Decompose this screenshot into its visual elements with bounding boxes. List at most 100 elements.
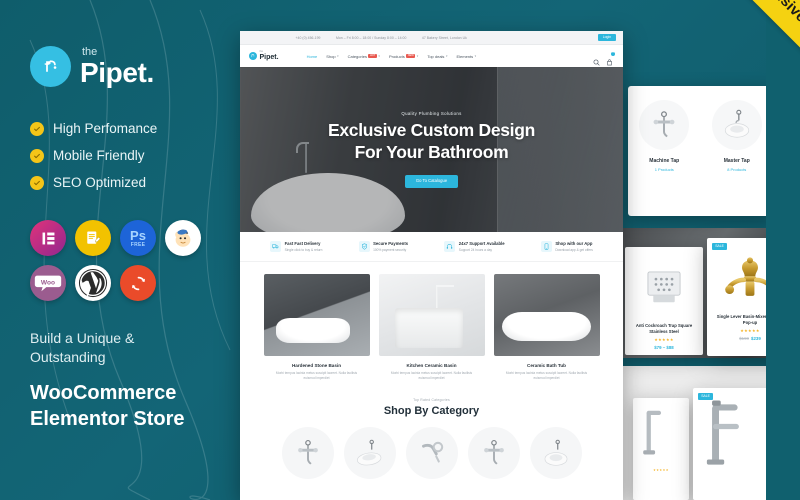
nav-badge-new: NEW <box>406 53 416 58</box>
login-button[interactable]: Login <box>597 33 616 41</box>
photoshop-label: Ps <box>130 227 146 243</box>
bullet-label: High Perfomance <box>53 121 158 136</box>
nav-item-top-deals[interactable]: Top deals ▾ <box>427 54 447 59</box>
bullet-mobile-friendly: Mobile Friendly <box>30 148 240 163</box>
hero-content: Quality Plumbing Solutions Exclusive Cus… <box>240 67 623 232</box>
product-card[interactable]: ★★★★★ <box>633 398 689 500</box>
teal-right-strip <box>766 0 800 500</box>
category-column[interactable]: Machine Tap 1 Products <box>628 86 701 172</box>
check-circle-icon <box>30 175 44 190</box>
feature-title: Fast Fast Delivery <box>284 241 321 247</box>
wall-mixer-tap-icon <box>483 440 504 465</box>
product-title: Kitchen Ceramic Basin <box>406 363 457 368</box>
location-pin-icon <box>416 36 420 49</box>
main-navigation: the Pipet. Home Shop ▾ Categories HOT ▾ Pro… <box>240 45 623 67</box>
product-description: Morbi tempus lacinia metus suscipit laor… <box>505 371 588 380</box>
feature-fast-delivery: Fast Fast Delivery Single click to buy &… <box>270 241 322 252</box>
bullet-label: Mobile Friendly <box>53 148 145 163</box>
hero-kicker: Quality Plumbing Solutions <box>401 111 462 117</box>
badge-row-bottom: Woo <box>30 265 240 301</box>
chevron-down-icon: ▾ <box>474 54 477 58</box>
category-wall-spout-mixer[interactable] <box>405 427 458 480</box>
tagline-big: WooCommerce Elementor Store <box>30 380 240 432</box>
product-card[interactable]: Kitchen Ceramic Basin Morbi tempus lacin… <box>378 274 485 380</box>
wordpress-badge <box>75 265 111 301</box>
product-image <box>263 274 370 356</box>
photoshop-sublabel: FREE <box>130 241 146 248</box>
category-round-basin[interactable] <box>529 427 582 480</box>
feature-title: 24x7 Support Available <box>458 241 505 247</box>
product-card[interactable]: Ceramic Bath Tub Morbi tempus lacinia me… <box>493 274 600 380</box>
rating-stars: ★★★★★ <box>653 468 669 472</box>
rating-stars: ★★★★★ <box>654 337 674 343</box>
hero-title-line2: For Your Bathroom <box>354 141 509 162</box>
faucet-icon <box>30 46 71 87</box>
headset-icon <box>444 241 456 252</box>
category-label: Master Tap 8 Products <box>701 158 774 172</box>
phone-icon <box>290 36 294 49</box>
svg-text:Woo: Woo <box>41 279 55 286</box>
site-logo[interactable]: the Pipet. <box>249 50 279 61</box>
promo-tagline: Build a Unique & Outstanding WooCommerce… <box>30 329 240 432</box>
product-image <box>493 274 600 356</box>
nav-item-home[interactable]: Home <box>307 54 318 59</box>
brand-text: the Pipet. <box>80 45 154 88</box>
bath-tub-icon <box>501 311 591 342</box>
top-utility-bar: +40 (0) 456-199 Mon – Fri 8:00 – 18:00 /… <box>240 31 623 49</box>
nav-label: Top deals <box>427 53 445 59</box>
chevron-down-icon: ▾ <box>378 54 380 58</box>
nav-item-shop[interactable]: Shop ▾ <box>326 54 338 59</box>
sale-badge: SALE <box>698 393 714 400</box>
features-strip: Fast Fast Delivery Single click to buy &… <box>240 232 623 262</box>
topbar-phone: +40 (0) 456-199 <box>290 35 321 49</box>
category-name: Master Tap <box>723 158 750 164</box>
topbar-phone-text: +40 (0) 456-199 <box>295 35 321 40</box>
product-new-price: $239 <box>751 335 761 341</box>
elementor-badge <box>30 220 66 256</box>
topbar-hours-text: Mon – Fri 8:00 – 18:00 / Sunday 8:00 – 1… <box>335 35 407 40</box>
feature-app: Shop with our App Download app & get off… <box>540 241 593 252</box>
section-kicker: Top Rated Categories <box>413 398 450 403</box>
floor-drain-icon <box>625 257 703 319</box>
product-title: Hardened Stone Basin <box>291 363 341 368</box>
product-description: Morbi tempus lacinia metus suscipit laor… <box>275 371 358 380</box>
truck-icon <box>270 241 282 252</box>
category-card: Machine Tap 1 Products Master Tap 8 Prod… <box>628 86 773 216</box>
hero-title-line1: Exclusive Custom Design <box>327 120 536 141</box>
nav-item-products[interactable]: Products NEW ▾ <box>389 54 418 59</box>
chevron-down-icon: ▾ <box>416 54 419 58</box>
product-card[interactable]: Anti Cockroach Trap Square Stainless Ste… <box>625 247 703 355</box>
hero-banner: Quality Plumbing Solutions Exclusive Cus… <box>240 67 623 232</box>
search-icon[interactable] <box>593 53 600 66</box>
ceramic-sink-icon <box>395 308 464 348</box>
nav-links: Home Shop ▾ Categories HOT ▾ Products NEW ▾ T… <box>307 54 477 59</box>
product-title: Anti Cockroach Trap Square Stainless Ste… <box>635 323 693 334</box>
brand-name: Pipet. <box>80 56 154 88</box>
category-column[interactable]: Master Tap 8 Products <box>701 86 774 172</box>
topbar-hours: Mon – Fri 8:00 – 18:00 / Sunday 8:00 – 1… <box>330 35 407 49</box>
stone-basin-icon <box>276 318 351 343</box>
cart-count: 0 <box>611 51 615 56</box>
category-wall-mixer-tap-2[interactable] <box>467 427 520 480</box>
bullet-seo-optimized: SEO Optimized <box>30 175 240 190</box>
category-wall-mixer-tap[interactable] <box>281 427 334 480</box>
category-oval-basin[interactable] <box>343 427 396 480</box>
hero-cta-button[interactable]: Go To Catalogue <box>404 175 459 188</box>
check-circle-icon <box>30 148 44 163</box>
category-name: Machine Tap <box>649 158 680 164</box>
nav-item-categories[interactable]: Categories HOT ▾ <box>348 54 380 59</box>
product-price: $79 – $88 <box>654 344 674 350</box>
cart-icon[interactable]: 0 <box>606 51 615 65</box>
feature-sub: Support 24 hours a day <box>458 247 492 252</box>
category-circles <box>240 417 623 480</box>
wall-mixer-tap-icon <box>297 440 318 465</box>
product-card[interactable]: Hardened Stone Basin Morbi tempus lacini… <box>263 274 370 380</box>
technology-badges: Ps FREE Woo <box>30 220 240 301</box>
mailchimp-badge <box>165 220 201 256</box>
bullet-high-performance: High Perfomance <box>30 121 240 136</box>
feature-title: Shop with our App <box>555 241 593 247</box>
chevron-down-icon: ▾ <box>445 54 448 58</box>
nav-item-elements[interactable]: Elements ▾ <box>456 54 476 59</box>
tagline-small: Build a Unique & Outstanding <box>30 330 135 365</box>
brand-the: the <box>82 45 98 58</box>
